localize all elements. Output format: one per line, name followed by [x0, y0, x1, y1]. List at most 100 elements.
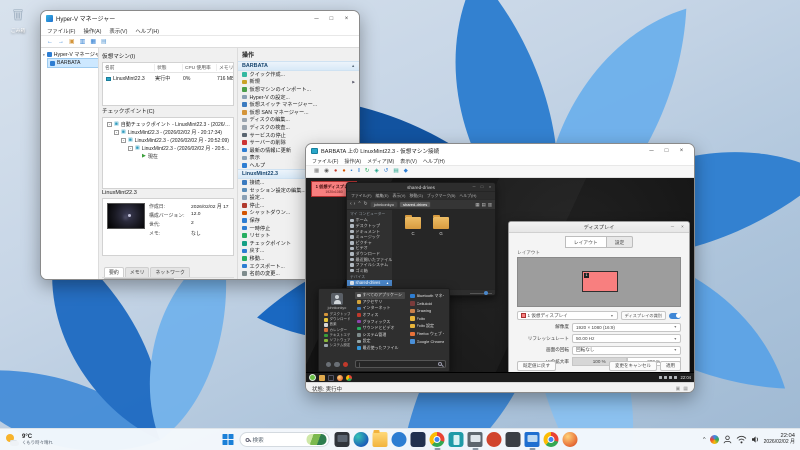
view-toggle-icon[interactable]: ▥	[488, 202, 492, 208]
app-item[interactable]: Fcitx 設定	[408, 322, 446, 330]
eject-icon[interactable]: ▲	[386, 281, 389, 285]
terminal-icon[interactable]	[328, 375, 334, 381]
checkpoint-node[interactable]: - ▣ LinuxMint22.3 - (2026/02/02 月 - 20:5…	[105, 145, 231, 153]
menu-search-input[interactable]: |	[355, 360, 446, 368]
settings-dropdown[interactable]: 回転なし ▼	[572, 346, 681, 355]
chrome-icon[interactable]	[346, 375, 352, 381]
cancel-changes-button[interactable]: 変更をキャンセル	[609, 361, 657, 371]
category-item[interactable]: 設定	[355, 338, 405, 345]
action-item[interactable]: サービスの停止	[238, 131, 359, 139]
collapse-icon[interactable]: ▲	[351, 64, 355, 68]
sidebar-item[interactable]: shared-drives ▲	[347, 280, 392, 286]
action-item[interactable]: ディスクの検査...	[238, 124, 359, 132]
menu-item[interactable]: ヘルプ(H)	[135, 27, 159, 35]
app-item[interactable]: Firefox ウェブ・ブラウザ	[408, 330, 446, 338]
zoom-slider[interactable]	[470, 293, 492, 295]
menu-item[interactable]: 表示(V)	[109, 27, 127, 35]
column-header[interactable]: 状態	[155, 64, 183, 71]
tray-overflow-icon[interactable]: ^	[703, 437, 706, 443]
category-item[interactable]: すべてのアプリケーション	[355, 292, 405, 299]
checkpoint-node[interactable]: - ▣ LinuxMint22.3 - (2026/02/02 月 - 20:5…	[105, 136, 231, 144]
toolbar-icon[interactable]: ▦	[314, 169, 319, 175]
minimize-icon[interactable]: ─	[669, 225, 676, 230]
details-tab[interactable]: ネットワーク	[150, 267, 189, 277]
lock-icon[interactable]	[326, 362, 332, 368]
actions-server-group-header[interactable]: BARBATA ▲	[238, 61, 359, 71]
files-icon[interactable]	[319, 375, 325, 381]
favorite-item[interactable]: システム設定	[322, 343, 352, 348]
input-method-icon[interactable]	[674, 376, 677, 379]
action-item[interactable]: 仮想 SAN マネージャー...	[238, 108, 359, 116]
category-item[interactable]: オフィス	[355, 312, 405, 319]
minimize-icon[interactable]: ─	[309, 16, 324, 22]
expander-icon[interactable]: -	[114, 130, 119, 135]
category-item[interactable]: アクセサリ	[355, 299, 405, 306]
user-avatar[interactable]	[331, 293, 343, 305]
nemo-file-area[interactable]: C G	[393, 210, 495, 289]
recycle-bin-shortcut[interactable]: ごみ箱	[4, 8, 32, 34]
vm-screen[interactable]: 1 仮想ディスプレイ 1920x1080 shared-drives ─ □ ×…	[306, 178, 694, 382]
app-item[interactable]: Google Chrome	[408, 338, 446, 346]
taskbar-weather-widget[interactable]: 9°C くもり時々晴れ	[6, 431, 53, 449]
app-item[interactable]: Drawing	[408, 307, 446, 315]
toolbar-icon[interactable]: ●	[334, 169, 337, 175]
expander-icon[interactable]: -	[128, 146, 133, 151]
taskbar-app-icon[interactable]	[468, 432, 483, 447]
expander-icon[interactable]	[135, 154, 140, 159]
taskbar-app-icon[interactable]	[525, 432, 540, 447]
back-icon[interactable]: ‹	[350, 202, 352, 207]
menu-item[interactable]: ファイル(F)	[351, 193, 372, 199]
refresh-icon[interactable]: ↻	[364, 202, 368, 207]
toolbar-icon[interactable]: ←	[47, 39, 53, 45]
apply-button[interactable]: 適用	[660, 361, 681, 371]
minimize-icon[interactable]: ─	[471, 185, 477, 189]
action-item[interactable]: ディスクの編集...	[238, 116, 359, 124]
expander-icon[interactable]: -	[121, 138, 126, 143]
settings-tab[interactable]: 設定	[607, 236, 634, 248]
power-icon[interactable]	[343, 362, 349, 368]
taskbar-app-icon[interactable]	[411, 432, 426, 447]
close-icon[interactable]: ×	[339, 16, 354, 22]
taskbar-app-icon[interactable]	[392, 432, 407, 447]
column-header[interactable]: CPU 使用率	[183, 64, 217, 71]
menu-item[interactable]: 表示(V)	[400, 158, 417, 165]
checkpoint-node[interactable]: ▶ 現在	[105, 153, 231, 161]
maximize-icon[interactable]: □	[659, 148, 674, 154]
view-toggle-icon[interactable]: ▤	[481, 202, 485, 208]
toolbar-icon[interactable]: ▦	[90, 39, 96, 45]
volume-icon[interactable]	[669, 376, 672, 379]
logout-icon[interactable]	[334, 362, 340, 368]
close-icon[interactable]: ×	[674, 148, 689, 154]
sidebar-item[interactable]: ゴミ箱	[347, 268, 392, 274]
checkpoint-node[interactable]: - ▣ LinuxMint22.3 - (2026/02/02 月 - 20:1…	[105, 128, 231, 136]
identify-display-button[interactable]: ディスプレイの識別	[621, 311, 666, 320]
taskbar-app-icon[interactable]	[373, 432, 388, 447]
vm-row[interactable]: LinuxMint22.3 実行中 0% 716 MB	[103, 73, 233, 84]
view-toggle-icon[interactable]: ▦	[475, 202, 479, 208]
app-item[interactable]: Fcitx	[408, 315, 446, 323]
vm-thumbnail[interactable]	[107, 203, 145, 229]
taskbar-app-icon[interactable]	[506, 432, 521, 447]
taskbar-app-icon[interactable]	[544, 432, 559, 447]
column-header[interactable]: 名前	[103, 64, 155, 71]
network-icon[interactable]	[664, 376, 667, 379]
maximize-icon[interactable]: □	[479, 185, 485, 189]
settings-dropdown[interactable]: 1920 × 1080 (16:9) ▼	[572, 323, 681, 332]
path-segment-button[interactable]: shared-drives	[399, 201, 431, 208]
nemo-titlebar[interactable]: shared-drives ─ □ ×	[347, 183, 495, 192]
toolbar-icon[interactable]: ◉	[324, 169, 329, 175]
toolbar-icon[interactable]: ▤	[101, 39, 107, 45]
reset-defaults-button[interactable]: 既定値に戻す	[517, 361, 556, 371]
details-tab[interactable]: 要約	[104, 267, 124, 277]
expand-icon[interactable]: ▾	[43, 53, 45, 57]
checkpoint-node[interactable]: - ▣ 自動チェックポイント - LinuxMint22.3 - (2026/0…	[105, 120, 231, 128]
volume-icon[interactable]	[751, 435, 760, 444]
menu-item[interactable]: ファイル(F)	[47, 27, 75, 35]
action-item[interactable]: 仮想スイッチ マネージャー...	[238, 101, 359, 109]
action-item[interactable]: 仮想マシンのインポート...	[238, 86, 359, 94]
monitor-layout-area[interactable]: 1	[517, 257, 681, 307]
tree-item-server[interactable]: BARBATA	[48, 59, 98, 67]
menu-item[interactable]: ヘルプ(H)	[423, 158, 445, 165]
panel-clock[interactable]: 22:04	[681, 375, 691, 380]
category-item[interactable]: サウンドとビデオ	[355, 325, 405, 332]
